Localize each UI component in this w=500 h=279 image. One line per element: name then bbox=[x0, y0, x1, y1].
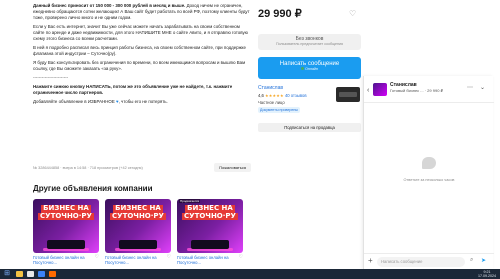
chat-bubble-icon bbox=[422, 157, 436, 169]
chat-input-bar: + Написать сообщение ⌕ ➤ bbox=[364, 253, 494, 269]
page: Данный бизнес приносит от 150 000 - 300 … bbox=[0, 0, 500, 279]
ad-card-title[interactable]: Готовый бизнес онлайн на Посуточно... bbox=[105, 255, 157, 265]
browser-icon[interactable] bbox=[38, 271, 45, 277]
description-paragraph: В ней я подробно расписал весь принцип р… bbox=[33, 45, 246, 56]
ad-meta-row: № 3286444858 · вчера в 14:58 · 718 просм… bbox=[33, 163, 251, 172]
seller-reviews[interactable]: 40 отзывов bbox=[285, 93, 307, 98]
ad-card-title[interactable]: Готовый бизнес онлайн на Посуточно... bbox=[33, 255, 85, 265]
ad-card[interactable]: БИЗНЕС НА СУТОЧНО·РУ ♡ Готовый бизнес онла… bbox=[33, 199, 99, 265]
ad-card-title[interactable]: Готовый бизнес онлайн на Посуточно... bbox=[177, 255, 229, 265]
bed-graphic bbox=[191, 240, 229, 249]
chat-header: ‹ Станислав Готовый бизнес ... · 29 990 … bbox=[364, 76, 494, 103]
chat-empty-state: Ответьте за несколько часов bbox=[364, 156, 494, 182]
start-icon[interactable]: ⊞ bbox=[2, 270, 12, 278]
description-paragraph: Я буду Вас консультировать без ограничен… bbox=[33, 60, 246, 71]
ad-card-image[interactable]: БИЗНЕС НА СУТОЧНО·РУ bbox=[33, 199, 99, 253]
bed-graphic bbox=[119, 240, 157, 249]
ad-meta: № 3286444858 · вчера в 14:58 · 718 просм… bbox=[33, 165, 143, 170]
banner-line: СУТОЧНО·РУ bbox=[38, 211, 94, 220]
rating-stars-icon: ★★★★★ bbox=[265, 93, 284, 98]
description-paragraph: Если у Вас есть интернет, значит Вы уже … bbox=[33, 24, 248, 41]
description-favorite-tail: , чтобы его не потерять. bbox=[118, 99, 168, 104]
other-ads-list: БИЗНЕС НА СУТОЧНО·РУ ♡ Готовый бизнес онла… bbox=[33, 199, 243, 265]
chat-panel: ‹ Станислав Готовый бизнес ... · 29 990 … bbox=[363, 76, 494, 269]
back-arrow-icon[interactable]: ‹ bbox=[367, 87, 369, 94]
favorite-heart-icon[interactable]: ♡ bbox=[95, 255, 99, 260]
taskbar: ⊞ 9:21 17.09.2024 bbox=[0, 269, 500, 279]
favorite-heart-icon[interactable]: ♡ bbox=[239, 255, 243, 260]
more-options-icon[interactable]: ⋯ bbox=[467, 84, 473, 91]
clock[interactable]: 9:21 17.09.2024 bbox=[478, 270, 496, 278]
write-message-button[interactable]: Написать сообщение Онлайн bbox=[258, 57, 361, 79]
favorite-heart-icon[interactable]: ♡ bbox=[167, 255, 171, 260]
online-dot-icon bbox=[301, 67, 305, 70]
banner-line: СУТОЧНО·РУ bbox=[182, 211, 238, 220]
bed-graphic bbox=[47, 240, 85, 249]
chat-avatar bbox=[373, 83, 387, 96]
complain-button[interactable]: Пожаловаться bbox=[214, 163, 251, 172]
description-separator: ------------------------ bbox=[33, 75, 69, 80]
plus-icon[interactable]: + bbox=[368, 256, 373, 265]
app-icon[interactable] bbox=[27, 271, 34, 277]
other-ads-title: Другие объявления компании bbox=[33, 184, 153, 193]
ad-card[interactable]: БИЗНЕС НА СУТОЧНО·РУ ♡ Готовый бизнес онла… bbox=[105, 199, 171, 265]
favorite-heart-icon[interactable]: ♡ bbox=[349, 9, 356, 18]
ad-card[interactable]: Продвигается БИЗНЕС НА СУТОЧНО·РУ ♡ Готовы… bbox=[177, 199, 243, 265]
browser-icon[interactable] bbox=[49, 271, 56, 277]
subscribe-button[interactable]: Подписаться на продавца bbox=[258, 123, 361, 132]
no-calls-box: Без звонков Пользователь предпочитает со… bbox=[258, 34, 361, 50]
description-favorite: Добавляйте объявление в ИЗБРАННОЕ bbox=[33, 99, 115, 104]
banner-line: СУТОЧНО·РУ bbox=[110, 211, 166, 220]
description-headline: Данный бизнес приносит от 150 000 - 300 … bbox=[33, 3, 186, 8]
send-icon[interactable]: ➤ bbox=[481, 257, 486, 264]
attach-icon[interactable]: ⌕ bbox=[470, 257, 473, 264]
chat-subtitle[interactable]: Готовый бизнес ... · 29 990 ₽ bbox=[390, 88, 443, 93]
chat-empty-text: Ответьте за несколько часов bbox=[403, 178, 455, 182]
chevron-down-icon[interactable]: ⌄ bbox=[480, 84, 485, 91]
online-status: Онлайн bbox=[305, 67, 318, 71]
price: 29 990 ₽ bbox=[258, 8, 302, 20]
clock-date: 17.09.2024 bbox=[478, 274, 496, 278]
message-input[interactable]: Написать сообщение bbox=[377, 257, 465, 267]
ad-card-image[interactable]: Продвигается БИЗНЕС НА СУТОЧНО·РУ bbox=[177, 199, 243, 253]
description-cta: Нажмите синюю кнопку НАПИСАТЬ, потом же … bbox=[33, 84, 233, 95]
ad-card-image[interactable]: БИЗНЕС НА СУТОЧНО·РУ bbox=[105, 199, 171, 253]
promoted-tag: Продвигается bbox=[179, 199, 201, 203]
avatar-graphic bbox=[339, 92, 357, 97]
folder-icon[interactable] bbox=[16, 271, 23, 277]
no-calls-subtitle: Пользователь предпочитает сообщения bbox=[276, 42, 343, 46]
seller-avatar[interactable] bbox=[336, 87, 360, 102]
ad-description: Данный бизнес приносит от 150 000 - 300 … bbox=[33, 3, 251, 108]
seller-rating: 4,6 bbox=[258, 93, 264, 98]
verified-badge: Документы проверены bbox=[258, 107, 300, 113]
